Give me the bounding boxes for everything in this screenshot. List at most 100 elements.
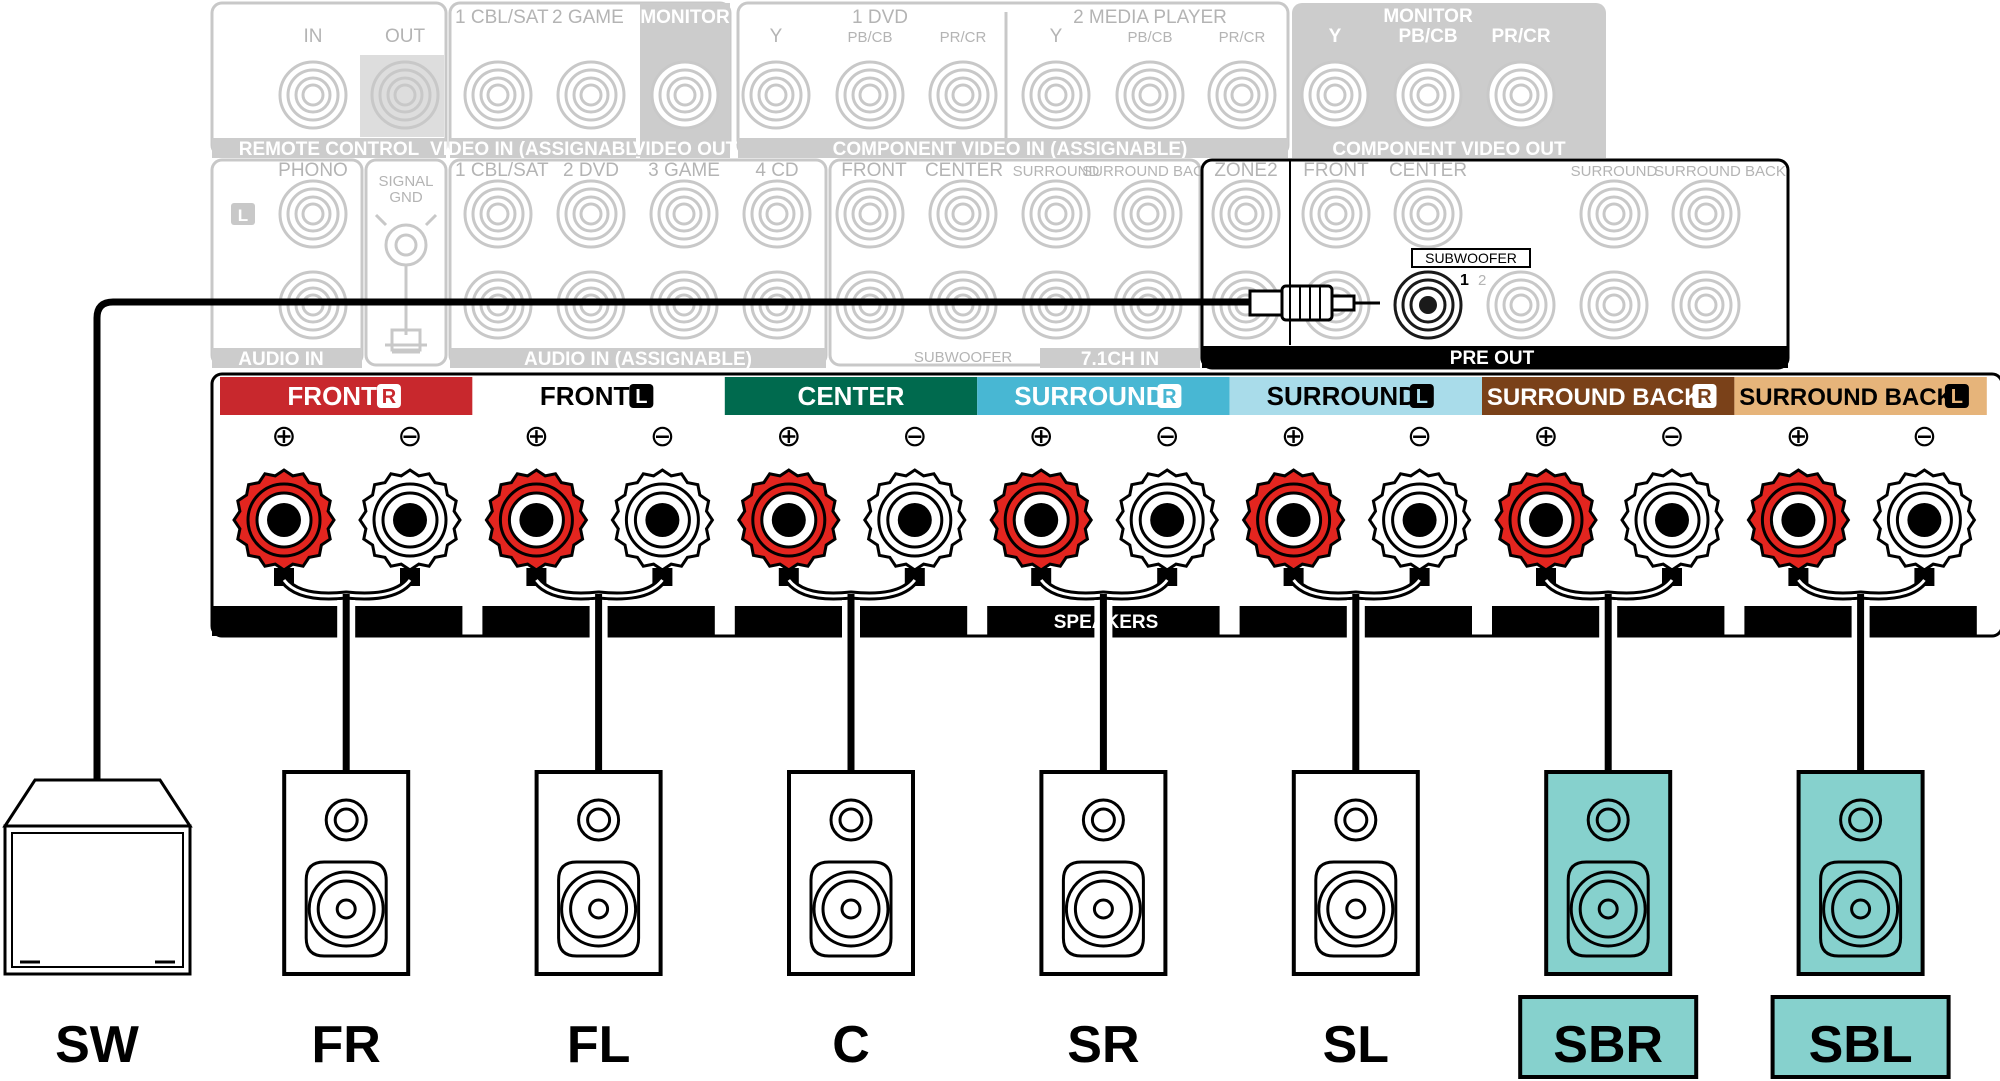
- speaker-label: SBL: [1809, 1016, 1913, 1074]
- speakers: SW FR FL C SR SL SBR SBL: [2, 770, 1951, 1079]
- terminal-badge-letter: R: [1697, 386, 1712, 408]
- speaker-label: FL: [567, 1016, 631, 1074]
- zone2-label: ZONE2: [1214, 160, 1277, 181]
- l-badge: L: [238, 206, 248, 225]
- terminal-group-label: FRONT: [540, 381, 630, 411]
- remote-in-label: IN: [304, 26, 323, 47]
- comp-media-player-label: 2 MEDIA PLAYER: [1073, 7, 1227, 28]
- connection-diagram: IN OUT 1 CBL/SAT 2 GAME MONITOR 1 DVD 2 …: [2, 1, 2000, 1079]
- terminal-badge-letter: L: [1416, 386, 1428, 408]
- ground-screw-icon: [374, 213, 438, 354]
- terminal-hole: [393, 503, 427, 537]
- pre-out-panel: ZONE2 FRONT CENTER SURROUND SURROUND BAC…: [1200, 158, 1790, 370]
- terminal-hole: [1276, 503, 1311, 537]
- audio-cbl-jack-l: [463, 179, 533, 249]
- comp-in-pb2-jack: [1115, 60, 1185, 130]
- minus-icon: ⊖: [650, 419, 675, 454]
- pre-out-center-label: CENTER: [1389, 160, 1467, 181]
- video-in-game-jack: [556, 60, 626, 130]
- speaker-label: C: [832, 1016, 870, 1074]
- speaker-sl: SL: [1291, 770, 1420, 1074]
- terminal-hole: [897, 503, 932, 537]
- terminal-hole: [771, 503, 806, 537]
- pre-out-sub1-jack: [1393, 270, 1463, 340]
- audio-in-assignable-label: AUDIO IN (ASSIGNABLE): [524, 349, 752, 370]
- remote-in-jack: [278, 60, 348, 130]
- speaker-fr: FR: [282, 770, 411, 1074]
- pre-out-label: PRE OUT: [1450, 348, 1535, 369]
- ch71-center-jack: [928, 179, 998, 249]
- terminal-hole: [1529, 503, 1563, 537]
- comp-out-label: COMPONENT VIDEO OUT: [1332, 139, 1566, 160]
- terminal-group-label: FRONT: [287, 381, 377, 411]
- video-in-label: VIDEO IN (ASSIGNABLE): [430, 139, 656, 160]
- speaker-fl: FL: [534, 770, 663, 1074]
- pre-out-front-label: FRONT: [1303, 160, 1369, 181]
- minus-icon: ⊖: [902, 419, 927, 454]
- plus-icon: ⊕: [524, 419, 549, 454]
- subwoofer-body: [3, 824, 192, 976]
- comp-y1-label: Y: [770, 26, 783, 47]
- speaker-sbl: SBL: [1770, 770, 1951, 1079]
- minus-icon: ⊖: [1659, 419, 1684, 454]
- terminal-group-label: CENTER: [798, 381, 905, 411]
- speaker-label: SW: [55, 1016, 140, 1074]
- ch71-center-label: CENTER: [925, 160, 1003, 181]
- comp-pb2-label: PB/CB: [1127, 29, 1172, 46]
- phono-jack: [278, 179, 348, 249]
- speaker-sw: SW: [2, 778, 193, 1074]
- signal-label: SIGNAL: [378, 173, 433, 190]
- pre-out-subwoofer-label: SUBWOOFER: [1425, 250, 1517, 266]
- speaker-label: SR: [1067, 1016, 1139, 1074]
- speaker-label: SBR: [1553, 1016, 1663, 1074]
- terminal-badge-letter: R: [382, 386, 397, 408]
- ch71-in-label: 7.1CH IN: [1081, 349, 1159, 370]
- rca-plug-boot: [1248, 289, 1284, 317]
- speaker-sbr: SBR: [1518, 770, 1699, 1079]
- subwoofer-top: [2, 778, 193, 828]
- video-in-cbl-jack: [463, 60, 533, 130]
- sub2-label: 2: [1478, 272, 1486, 289]
- ch71-subwoofer-label: SUBWOOFER: [914, 349, 1013, 366]
- comp-out-pr-label: PR/CR: [1491, 26, 1550, 47]
- plus-icon: ⊕: [1029, 419, 1054, 454]
- terminal-hole: [1781, 503, 1816, 537]
- ch71-surround-back-label: SURROUND BACK: [1082, 163, 1214, 180]
- remote-out-label: OUT: [385, 26, 426, 47]
- audio-dvd-jack-l: [556, 179, 626, 249]
- audio-dvd-label: 2 DVD: [563, 160, 619, 181]
- terminal-hole: [1907, 503, 1942, 537]
- terminal-group-label: SURROUND BACK: [1487, 384, 1702, 411]
- gnd-label: GND: [389, 189, 423, 206]
- audio-game-label: 3 GAME: [648, 160, 720, 181]
- comp-pr2-label: PR/CR: [1219, 29, 1266, 46]
- audio-game-jack-l: [649, 179, 719, 249]
- comp-in-pr1-jack: [928, 60, 998, 130]
- plus-icon: ⊕: [271, 419, 296, 454]
- terminal-badge-letter: R: [1162, 386, 1177, 408]
- terminal-group-headers: FRONT R FRONT L CENTER SURROUNDR SURROUNDL SURR…: [220, 377, 1987, 415]
- speaker-c: C: [787, 770, 915, 1074]
- phono-frame: [210, 158, 364, 367]
- plus-icon: ⊕: [1281, 419, 1306, 454]
- ch71-sback-l-jack: [1113, 179, 1183, 249]
- comp-out-monitor-label: MONITOR: [1383, 6, 1473, 27]
- comp-out-y-label: Y: [1329, 26, 1342, 47]
- terminal-hole: [1150, 503, 1185, 537]
- comp-in-y1-jack: [741, 60, 811, 130]
- plus-icon: ⊕: [776, 419, 801, 454]
- audio-cd-jack-l: [742, 179, 812, 249]
- sub1-label: 1: [1460, 272, 1469, 289]
- comp-in-y2-jack: [1021, 60, 1091, 130]
- speaker-sr: SR: [1039, 770, 1168, 1074]
- minus-icon: ⊖: [397, 419, 422, 454]
- minus-icon: ⊖: [1407, 419, 1432, 454]
- remote-control-label: REMOTE CONTROL: [239, 139, 420, 160]
- terminal-group-label: SURROUND BACK: [1739, 384, 1954, 411]
- comp-in-pr2-jack: [1207, 60, 1277, 130]
- comp-pb1-label: PB/CB: [847, 29, 892, 46]
- audio-cbl-sat-label: 1 CBL/SAT: [455, 160, 549, 181]
- terminal-group-label: SURROUND: [1267, 381, 1417, 411]
- rca-plug-tip: [1330, 294, 1356, 312]
- audio-cd-label: 4 CD: [755, 160, 798, 181]
